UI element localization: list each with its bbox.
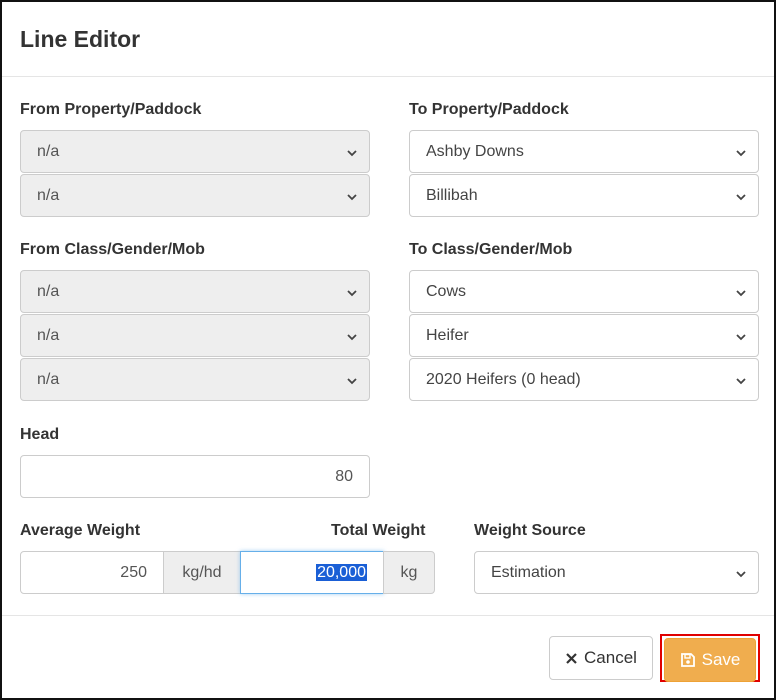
total-weight-unit-text: kg <box>400 564 418 581</box>
save-button[interactable]: Save <box>664 638 756 682</box>
head-label: Head <box>20 426 60 443</box>
from-mob-value: n/a <box>37 371 60 388</box>
from-paddock-value: n/a <box>37 187 60 204</box>
head-input[interactable]: 80 <box>20 455 370 498</box>
from-property-value: n/a <box>37 143 60 160</box>
to-property-value: Ashby Downs <box>426 143 524 160</box>
chevron-down-icon <box>736 194 746 201</box>
dialog-header: Line Editor <box>2 2 774 77</box>
weight-source-select[interactable]: Estimation <box>474 551 759 594</box>
chevron-down-icon <box>736 290 746 297</box>
to-mob-value: 2020 Heifers (0 head) <box>426 371 581 388</box>
weight-source-label: Weight Source <box>474 522 586 539</box>
total-weight-input[interactable]: 20,000 <box>240 551 384 594</box>
from-gender-value: n/a <box>37 327 60 344</box>
average-weight-unit: kg/hd <box>163 551 241 594</box>
average-weight-value: 250 <box>120 564 147 581</box>
from-class-value: n/a <box>37 283 60 300</box>
cancel-button-label: Cancel <box>584 648 637 667</box>
line-editor-dialog: Line Editor From Property/Paddock n/a n/… <box>0 0 776 700</box>
head-value: 80 <box>335 468 353 485</box>
to-class-select[interactable]: Cows <box>409 270 759 313</box>
to-gender-value: Heifer <box>426 327 469 344</box>
chevron-down-icon <box>736 334 746 341</box>
chevron-down-icon <box>736 571 746 578</box>
save-button-label: Save <box>701 650 741 669</box>
from-mob-select[interactable]: n/a <box>20 358 370 401</box>
chevron-down-icon <box>347 378 357 385</box>
average-weight-label: Average Weight <box>20 522 141 539</box>
save-button-outline: Save <box>660 634 760 682</box>
chevron-down-icon <box>347 290 357 297</box>
weight-source-value: Estimation <box>491 564 566 581</box>
footer-divider <box>2 615 774 616</box>
to-class-label: To Class/Gender/Mob <box>409 241 573 258</box>
total-weight-unit: kg <box>383 551 435 594</box>
from-class-select[interactable]: n/a <box>20 270 370 313</box>
chevron-down-icon <box>736 378 746 385</box>
cancel-button[interactable]: Cancel <box>549 636 653 680</box>
to-property-label: To Property/Paddock <box>409 101 569 118</box>
chevron-down-icon <box>347 334 357 341</box>
total-weight-selected-text: 20,000 <box>316 564 367 581</box>
to-mob-select[interactable]: 2020 Heifers (0 head) <box>409 358 759 401</box>
chevron-down-icon <box>347 194 357 201</box>
from-property-label: From Property/Paddock <box>20 101 202 118</box>
average-weight-unit-text: kg/hd <box>182 564 222 581</box>
to-paddock-select[interactable]: Billibah <box>409 174 759 217</box>
to-property-select[interactable]: Ashby Downs <box>409 130 759 173</box>
close-icon <box>566 652 577 664</box>
to-paddock-value: Billibah <box>426 187 478 204</box>
average-weight-input[interactable]: 250 <box>20 551 164 594</box>
to-class-value: Cows <box>426 283 467 300</box>
to-gender-select[interactable]: Heifer <box>409 314 759 357</box>
floppy-disk-icon <box>680 653 695 667</box>
chevron-down-icon <box>736 150 746 157</box>
dialog-title: Line Editor <box>20 26 141 52</box>
from-paddock-select[interactable]: n/a <box>20 174 370 217</box>
from-gender-select[interactable]: n/a <box>20 314 370 357</box>
chevron-down-icon <box>347 150 357 157</box>
from-class-label: From Class/Gender/Mob <box>20 241 205 258</box>
total-weight-label: Total Weight <box>331 522 426 539</box>
from-property-select[interactable]: n/a <box>20 130 370 173</box>
total-weight-value: 20,000 <box>316 564 367 582</box>
